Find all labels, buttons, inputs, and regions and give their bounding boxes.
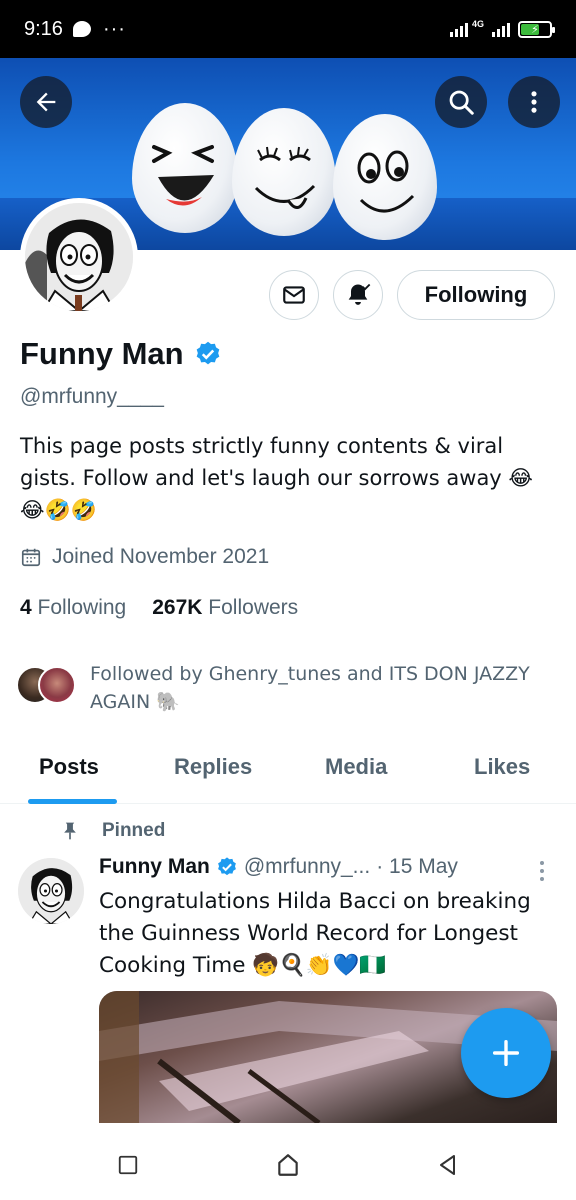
network-type: 4G — [471, 19, 484, 29]
search-icon — [449, 90, 474, 115]
plus-icon — [492, 1039, 520, 1067]
back-nav-button[interactable] — [428, 1145, 468, 1185]
cartoon-face-avatar-image — [18, 858, 84, 924]
active-tab-indicator — [28, 799, 117, 804]
more-notifications-indicator: ··· — [102, 17, 126, 40]
signal-icon — [449, 21, 468, 37]
search-button[interactable] — [435, 76, 487, 128]
egg-smile — [333, 114, 437, 240]
battery-icon: ⚡ — [518, 20, 555, 38]
profile-name-row: Funny Man — [20, 336, 222, 372]
profile-tabs: Posts Replies Media Likes — [0, 738, 576, 804]
bell-check-icon — [348, 283, 371, 305]
following-label: Following — [37, 596, 127, 619]
post-text: Congratulations Hilda Bacci on breaking … — [99, 889, 531, 978]
follow-stats: 4 Following 267K Followers — [20, 596, 298, 620]
egg-tongue — [232, 108, 336, 236]
home-button[interactable] — [268, 1145, 308, 1185]
arrow-left-icon — [36, 92, 56, 112]
joined-date: Joined November 2021 — [52, 545, 270, 568]
recents-button[interactable] — [108, 1145, 148, 1185]
triangle-back-icon — [440, 1155, 455, 1175]
egg-laughing — [132, 103, 238, 233]
verified-badge-icon[interactable] — [194, 340, 222, 368]
message-button[interactable] — [269, 270, 319, 320]
compose-post-button[interactable] — [461, 1008, 551, 1098]
status-bar: 9:16 ··· 4G ⚡ — [0, 0, 576, 58]
system-navigation-bar — [0, 1123, 576, 1200]
joined-date-row: Joined November 2021 — [20, 545, 269, 569]
tab-likes[interactable]: Likes — [474, 754, 530, 780]
post-author-name[interactable]: Funny Man — [99, 855, 210, 879]
notifications-button[interactable] — [333, 270, 383, 320]
tab-media[interactable]: Media — [325, 754, 387, 780]
followed-by-text: Followed by Ghenry_tunes and ITS DON JAZ… — [90, 663, 530, 713]
following-button[interactable]: Following — [397, 270, 555, 320]
post-date[interactable]: · 15 May — [376, 855, 458, 879]
tab-posts[interactable]: Posts — [39, 754, 99, 780]
profile-avatar[interactable] — [20, 198, 138, 316]
pinned-label: Pinned — [102, 820, 166, 841]
home-icon — [278, 1154, 298, 1176]
mutual-followers-avatars — [16, 666, 78, 708]
followers-label: Followers — [208, 596, 299, 619]
mail-icon — [283, 286, 305, 304]
followers-count: 267K — [152, 596, 203, 619]
mutual-avatar-2 — [38, 666, 76, 704]
profile-handle: @mrfunny____ — [20, 385, 164, 408]
profile-bio: This page posts strictly funny contents … — [20, 434, 533, 522]
more-vertical-icon — [531, 91, 537, 113]
following-count: 4 — [20, 596, 32, 619]
pinned-label-row: Pinned — [60, 820, 165, 842]
more-options-button[interactable] — [508, 76, 560, 128]
followers-stat[interactable]: 267K Followers — [152, 596, 298, 620]
post-author-handle[interactable]: @mrfunny_... — [244, 855, 370, 879]
calendar-icon — [21, 548, 41, 567]
post-header: Funny Man @mrfunny_... · 15 May — [99, 855, 458, 879]
verified-badge-icon — [217, 857, 236, 876]
tab-replies[interactable]: Replies — [174, 754, 252, 780]
post-more-button[interactable] — [539, 860, 545, 882]
more-vertical-icon — [540, 861, 544, 881]
cartoon-face-avatar-image — [25, 203, 133, 311]
signal-icon-2 — [492, 21, 510, 37]
pin-icon — [64, 822, 76, 840]
profile-name: Funny Man — [20, 336, 184, 371]
chat-notification-icon — [72, 21, 91, 37]
following-stat[interactable]: 4 Following — [20, 596, 126, 620]
status-time: 9:16 — [24, 17, 63, 40]
back-button[interactable] — [20, 76, 72, 128]
followed-by-row[interactable]: Followed by Ghenry_tunes and ITS DON JAZ… — [16, 660, 556, 716]
square-icon — [118, 1155, 138, 1175]
post-author-avatar[interactable] — [18, 858, 84, 924]
